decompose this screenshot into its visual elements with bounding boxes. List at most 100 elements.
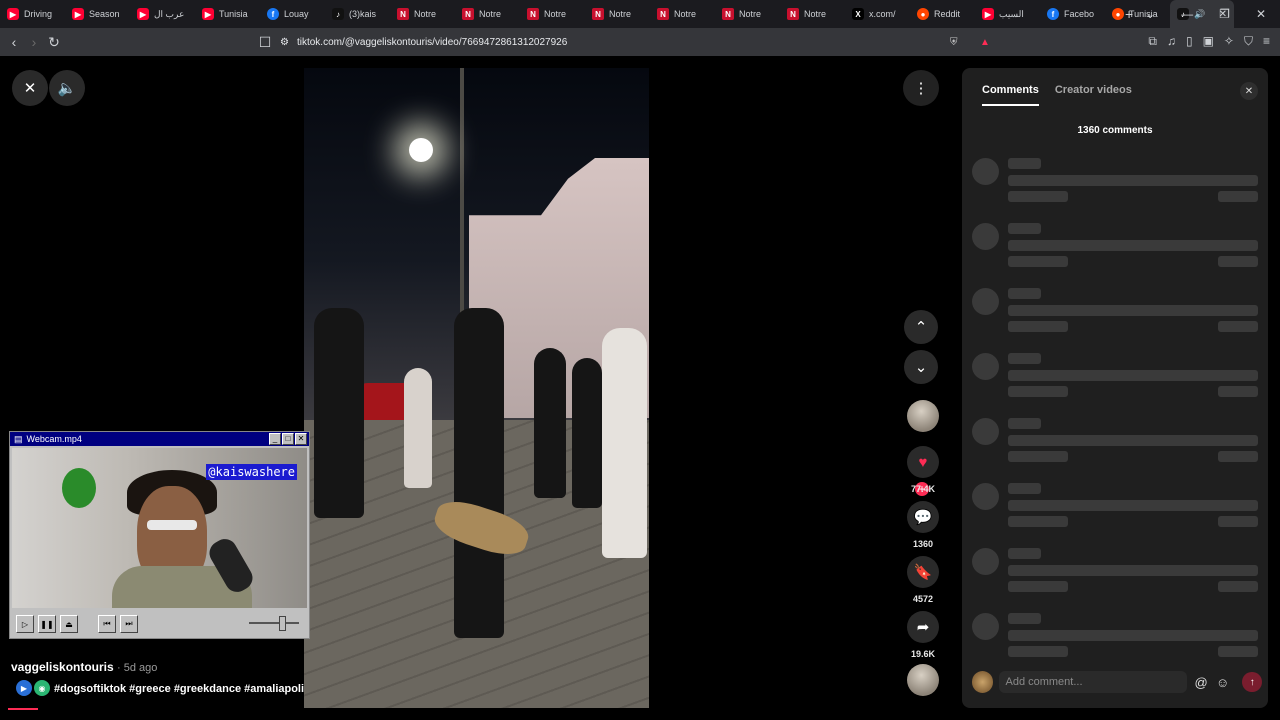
browser-tab[interactable]: ▶ Driving xyxy=(0,0,65,28)
browser-tab[interactable]: f Louay xyxy=(260,0,325,28)
close-window-icon[interactable]: ✕ xyxy=(1256,7,1266,21)
extension-badge-icon: ◉ xyxy=(34,680,50,696)
browser-tab[interactable]: ▶ عرب ال xyxy=(130,0,195,28)
post-comment-button[interactable]: ↑ xyxy=(1242,672,1263,692)
browser-tab-strip: ▶ Driving ▶ Season ▶ عرب ال ▶ Tunisia f Louay ♪ (3)… xyxy=(0,0,1280,28)
bookmark-page-icon[interactable]: ☐ xyxy=(255,34,275,51)
browser-tab[interactable]: Xx.com/ xyxy=(845,0,910,28)
browser-tab[interactable]: N Notre xyxy=(715,0,780,28)
skeleton-line xyxy=(1008,191,1068,202)
notre-dame-icon: N xyxy=(722,8,734,20)
skeleton-line xyxy=(1008,386,1068,397)
more-options-button[interactable]: ⋮ xyxy=(903,70,939,106)
comment-input[interactable] xyxy=(999,671,1188,693)
wallet-icon[interactable]: ▣ xyxy=(1203,34,1214,49)
skeleton-line xyxy=(1008,175,1258,186)
author-name[interactable]: vaggeliskontouris xyxy=(11,660,114,674)
tab-creator-videos[interactable]: Creator videos xyxy=(1055,84,1132,106)
minimize-icon[interactable]: — xyxy=(1181,7,1193,21)
browser-tab[interactable]: ▶ Season xyxy=(65,0,130,28)
save-count: 4572 xyxy=(912,594,934,604)
browser-tab[interactable]: ● Reddit xyxy=(910,0,975,28)
save-button[interactable]: 🔖 xyxy=(907,556,939,588)
comment-skeleton-row xyxy=(972,156,1262,208)
extensions-icon[interactable]: ⧉ xyxy=(1148,34,1157,49)
reload-icon[interactable]: ↻ xyxy=(44,34,64,51)
tiktok-page: ✕ 🔈 ⋮ ⌃ ⌄ + ♥ 77.4K 💬 1360 🔖 4572 ➦ 19.6… xyxy=(0,56,1280,720)
browser-tab[interactable]: N Notre xyxy=(780,0,845,28)
dancer xyxy=(572,358,602,508)
webcam-titlebar[interactable]: ▤ Webcam.mp4 _ □ ✕ xyxy=(10,432,309,446)
tab-label: عرب ال xyxy=(154,8,185,19)
browser-tab[interactable]: f Facebo xyxy=(1040,0,1105,28)
prev-track-button[interactable]: ⏮ xyxy=(98,615,116,633)
leo-icon[interactable]: ✧ xyxy=(1224,34,1234,49)
sound-avatar-button[interactable] xyxy=(906,664,940,696)
comment-button[interactable]: 💬 xyxy=(907,501,939,533)
forward-icon[interactable]: › xyxy=(24,34,44,50)
notre-dame-icon: N xyxy=(527,8,539,20)
browser-tab[interactable]: N Notre xyxy=(455,0,520,28)
sidebar-icon[interactable]: ▯ xyxy=(1186,34,1193,49)
emoji-icon[interactable]: ☺ xyxy=(1215,675,1231,690)
browser-tab[interactable]: N Notre xyxy=(650,0,715,28)
menu-icon[interactable]: ≡ xyxy=(1263,34,1270,49)
share-icon: ➦ xyxy=(916,619,930,636)
back-icon[interactable]: ‹ xyxy=(4,34,24,50)
restore-icon[interactable]: ❐ xyxy=(1219,7,1230,21)
tiktok-icon: ♪ xyxy=(332,8,344,20)
play-button[interactable]: ▷ xyxy=(16,615,34,633)
browser-tab[interactable]: ▶ السيب xyxy=(975,0,1040,28)
minimize-button[interactable]: _ xyxy=(269,433,281,445)
url-field[interactable]: ⚙ tiktok.com/@vaggeliskontouris/video/76… xyxy=(280,31,1000,53)
skeleton-avatar xyxy=(972,483,999,510)
sound-avatar xyxy=(907,664,939,696)
skeleton-line xyxy=(1218,581,1258,592)
site-info-icon[interactable]: ⚙ xyxy=(280,37,289,48)
tab-search-icon[interactable]: ⌄ xyxy=(1145,7,1155,21)
brave-shield-icon[interactable]: ⛨ xyxy=(950,37,958,48)
video-player[interactable] xyxy=(304,68,649,708)
skeleton-line xyxy=(1008,223,1041,234)
volume-slider-knob[interactable] xyxy=(279,616,286,631)
video-author[interactable]: vaggeliskontouris · 5d ago xyxy=(11,660,157,674)
mention-icon[interactable]: @ xyxy=(1193,675,1209,690)
user-avatar xyxy=(972,671,994,693)
skeleton-line xyxy=(1008,288,1041,299)
tab-comments[interactable]: Comments xyxy=(982,84,1039,106)
close-button[interactable]: ✕ xyxy=(295,433,307,445)
media-icon[interactable]: ♫ xyxy=(1167,34,1176,49)
close-panel-button[interactable]: ✕ xyxy=(1240,82,1258,100)
mute-button[interactable]: 🔈 xyxy=(49,70,85,106)
comment-skeleton-row xyxy=(972,546,1262,598)
pause-button[interactable]: ❚❚ xyxy=(38,615,56,633)
volume-icon: 🔈 xyxy=(57,80,77,97)
play-badge-icon: ▶ xyxy=(16,680,32,696)
browser-tab[interactable]: N Notre xyxy=(585,0,650,28)
browser-tab[interactable]: N Notre xyxy=(390,0,455,28)
eject-button[interactable]: ⏏ xyxy=(60,615,78,633)
maximize-button[interactable]: □ xyxy=(282,433,294,445)
video-hashtags[interactable]: #dogsoftiktok #greece #greekdance #amali… xyxy=(54,683,304,695)
webcam-window[interactable]: ▤ Webcam.mp4 _ □ ✕ @kaiswashere ▷ ❚❚ ⏏ ⏮… xyxy=(9,431,310,639)
notre-dame-icon: N xyxy=(397,8,409,20)
close-video-button[interactable]: ✕ xyxy=(12,70,48,106)
tab-label: Notre xyxy=(674,9,697,19)
volume-slider[interactable] xyxy=(249,622,299,624)
next-video-button[interactable]: ⌄ xyxy=(904,350,938,384)
browser-tab[interactable]: ▶ Tunisia xyxy=(195,0,260,28)
next-track-button[interactable]: ⏭ xyxy=(120,615,138,633)
like-button[interactable]: ♥ xyxy=(907,446,939,478)
skeleton-line xyxy=(1218,256,1258,267)
streamer-handle: @kaiswashere xyxy=(206,464,297,480)
vpn-icon[interactable]: ⛉ xyxy=(1244,34,1253,49)
video-progress[interactable] xyxy=(8,708,38,710)
youtube-icon: ▶ xyxy=(7,8,19,20)
browser-tab[interactable]: ♪ (3)kais xyxy=(325,0,390,28)
creator-avatar-button[interactable] xyxy=(906,400,940,432)
browser-tab[interactable]: N Notre xyxy=(520,0,585,28)
previous-video-button[interactable]: ⌃ xyxy=(904,310,938,344)
brave-rewards-icon[interactable]: ▲ xyxy=(980,37,990,48)
new-tab-button[interactable]: + xyxy=(1125,6,1133,22)
share-button[interactable]: ➦ xyxy=(907,611,939,643)
